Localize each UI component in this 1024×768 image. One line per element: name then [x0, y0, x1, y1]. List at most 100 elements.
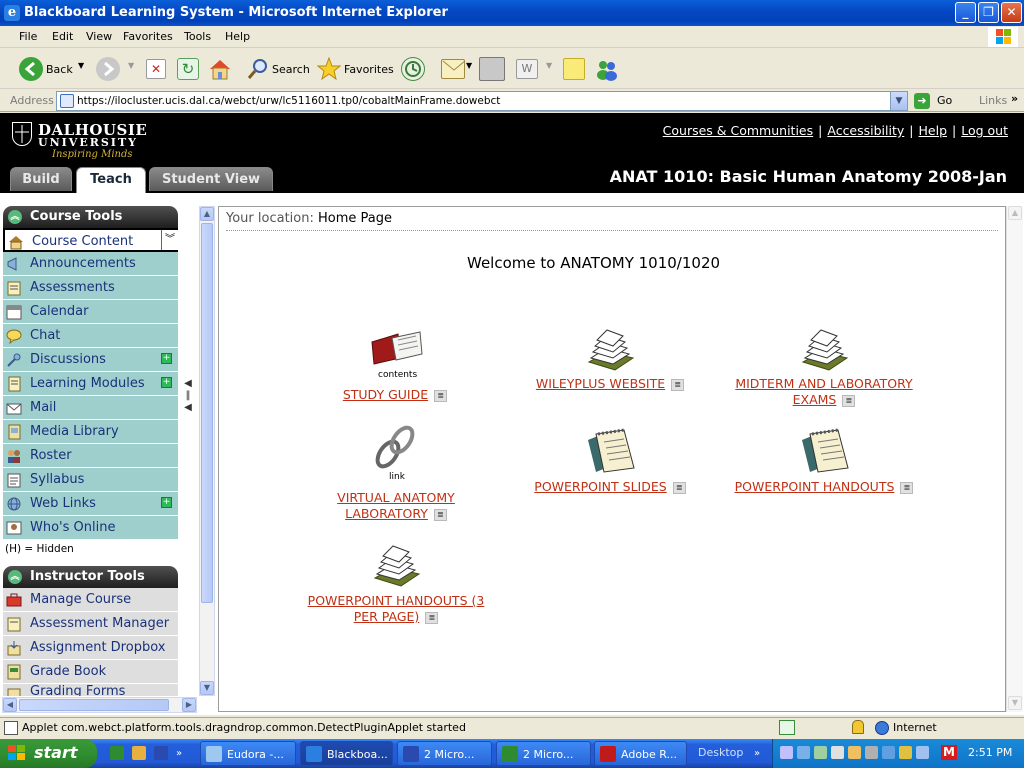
stop-icon[interactable]: ✕: [146, 59, 166, 79]
left-panel-horizontal-scrollbar[interactable]: ◀ ▶: [2, 697, 197, 713]
sidebar-item-grade-book[interactable]: Grade Book: [3, 660, 178, 684]
minimize-button[interactable]: _: [955, 2, 976, 23]
midterm-link-line2[interactable]: EXAMS: [793, 392, 837, 407]
go-arrow-icon[interactable]: ➜: [914, 93, 930, 109]
scroll-up-icon[interactable]: ▲: [1008, 206, 1022, 220]
action-menu-icon[interactable]: ≣: [842, 394, 856, 407]
address-dropdown-icon[interactable]: ▼: [890, 92, 907, 110]
close-button[interactable]: ✕: [1001, 2, 1022, 23]
maximize-button[interactable]: ❐: [978, 2, 999, 23]
main-vertical-scrollbar[interactable]: ▲ ▼: [1006, 206, 1023, 712]
favorites-button-label[interactable]: Favorites: [344, 63, 394, 76]
accessibility-link[interactable]: Accessibility: [827, 123, 904, 138]
start-button[interactable]: start: [0, 739, 97, 768]
print-icon[interactable]: [479, 57, 505, 81]
sidebar-item-calendar[interactable]: Calendar: [3, 300, 178, 324]
stack-of-papers-icon[interactable]: [799, 328, 849, 372]
favorites-star-icon[interactable]: [316, 56, 342, 81]
sidebar-item-learning-modules[interactable]: Learning Modules +: [3, 372, 178, 396]
sidebar-item-grading-forms[interactable]: Grading Forms: [3, 684, 178, 697]
refresh-icon[interactable]: ↻: [177, 58, 199, 80]
wileyplus-link[interactable]: WILEYPLUS WEBSITE: [536, 376, 665, 391]
midterm-link[interactable]: MIDTERM AND LABORATORY: [735, 376, 912, 391]
quicklaunch-expand-icon[interactable]: »: [176, 748, 182, 759]
powerpoint-slides-link[interactable]: POWERPOINT SLIDES: [534, 479, 666, 494]
action-menu-icon[interactable]: ≣: [900, 481, 914, 494]
collapse-chevron-icon[interactable]: ︽: [8, 570, 22, 584]
taskbar-eudora[interactable]: Eudora -...: [200, 741, 296, 766]
taskbar-excel[interactable]: 2 Micro...: [496, 741, 591, 766]
menu-help[interactable]: Help: [225, 30, 250, 43]
menu-favorites[interactable]: Favorites: [123, 30, 173, 43]
taskbar-word[interactable]: 2 Micro...: [397, 741, 492, 766]
menu-tools[interactable]: Tools: [184, 30, 211, 43]
action-menu-icon[interactable]: ≣: [672, 481, 686, 494]
history-icon[interactable]: [401, 57, 425, 81]
tab-teach[interactable]: Teach: [76, 167, 146, 193]
scroll-right-icon[interactable]: ▶: [182, 698, 196, 712]
mail-dropdown-icon[interactable]: ▼: [466, 61, 472, 70]
scroll-left-icon[interactable]: ◀: [3, 698, 17, 712]
sidebar-item-course-content[interactable]: Course Content: [3, 228, 178, 252]
menu-edit[interactable]: Edit: [52, 30, 73, 43]
sidebar-item-assessments[interactable]: Assessments: [3, 276, 178, 300]
stack-of-papers-icon[interactable]: [371, 544, 421, 588]
excel-quicklaunch-icon[interactable]: [110, 746, 124, 760]
search-button-label[interactable]: Search: [272, 63, 310, 76]
menu-file[interactable]: File: [19, 30, 37, 43]
sidebar-item-syllabus[interactable]: Syllabus: [3, 468, 178, 492]
back-arrow-icon[interactable]: [19, 57, 43, 81]
action-menu-icon[interactable]: ≣: [433, 508, 447, 521]
back-dropdown-icon[interactable]: ▼: [78, 61, 84, 70]
left-panel-vertical-scrollbar[interactable]: ▲ ▼: [199, 206, 215, 696]
edit-icon[interactable]: W: [516, 59, 538, 79]
chevron-down-icon[interactable]: ︾: [161, 230, 178, 250]
sidebar-item-discussions[interactable]: Discussions +: [3, 348, 178, 372]
word-quicklaunch-icon[interactable]: [154, 746, 168, 760]
scroll-up-icon[interactable]: ▲: [200, 207, 214, 221]
messenger-icon[interactable]: [595, 57, 619, 81]
scroll-thumb[interactable]: [201, 223, 213, 603]
mail-icon[interactable]: [441, 59, 466, 79]
course-tools-header[interactable]: ︽ Course Tools: [3, 206, 178, 228]
book-icon[interactable]: [370, 328, 424, 368]
action-menu-icon[interactable]: ≣: [671, 378, 685, 391]
mcafee-icon[interactable]: M: [941, 745, 957, 760]
sidebar-item-chat[interactable]: Chat: [3, 324, 178, 348]
links-button[interactable]: Links: [979, 94, 1007, 107]
logout-link[interactable]: Log out: [961, 123, 1008, 138]
address-field[interactable]: https://ilocluster.ucis.dal.ca/webct/urw…: [56, 91, 908, 111]
edit-dropdown-icon[interactable]: ▼: [546, 61, 552, 70]
action-menu-icon[interactable]: ≣: [425, 611, 439, 624]
go-button[interactable]: Go: [937, 94, 952, 107]
notepad-icon[interactable]: [800, 428, 850, 474]
study-guide-link[interactable]: STUDY GUIDE: [343, 387, 428, 402]
panel-splitter[interactable]: ◀ ‖ ◀: [182, 378, 194, 428]
home-icon[interactable]: [208, 58, 232, 80]
back-button-label[interactable]: Back: [46, 63, 73, 76]
sidebar-item-mail[interactable]: Mail: [3, 396, 178, 420]
desktop-toolbar[interactable]: Desktop: [698, 746, 743, 759]
scroll-down-icon[interactable]: ▼: [1008, 696, 1022, 710]
stack-of-papers-icon[interactable]: [585, 328, 635, 372]
instructor-tools-header[interactable]: ︽ Instructor Tools: [3, 566, 178, 588]
sidebar-item-media-library[interactable]: Media Library: [3, 420, 178, 444]
action-menu-icon[interactable]: ≣: [434, 389, 448, 402]
sidebar-item-roster[interactable]: Roster: [3, 444, 178, 468]
taskbar-blackboard[interactable]: Blackboa...: [300, 741, 393, 766]
courses-communities-link[interactable]: Courses & Communities: [663, 123, 813, 138]
sidebar-item-web-links[interactable]: Web Links +: [3, 492, 178, 516]
sidebar-item-manage-course[interactable]: Manage Course: [3, 588, 178, 612]
sidebar-item-assignment-dropbox[interactable]: Assignment Dropbox: [3, 636, 178, 660]
discuss-icon[interactable]: [563, 58, 585, 80]
powerpoint-handouts-3-link[interactable]: POWERPOINT HANDOUTS (3: [308, 593, 485, 608]
forward-arrow-icon[interactable]: [96, 57, 120, 81]
virtual-anatomy-link-line2[interactable]: LABORATORY: [345, 506, 428, 521]
chain-link-icon[interactable]: [372, 424, 418, 470]
forward-dropdown-icon[interactable]: ▼: [128, 61, 134, 70]
notepad-icon[interactable]: [586, 428, 636, 474]
menu-view[interactable]: View: [86, 30, 112, 43]
collapse-chevron-icon[interactable]: ︽: [8, 210, 22, 224]
virtual-anatomy-link[interactable]: VIRTUAL ANATOMY: [337, 490, 455, 505]
sidebar-item-whos-online[interactable]: Who's Online: [3, 516, 178, 540]
